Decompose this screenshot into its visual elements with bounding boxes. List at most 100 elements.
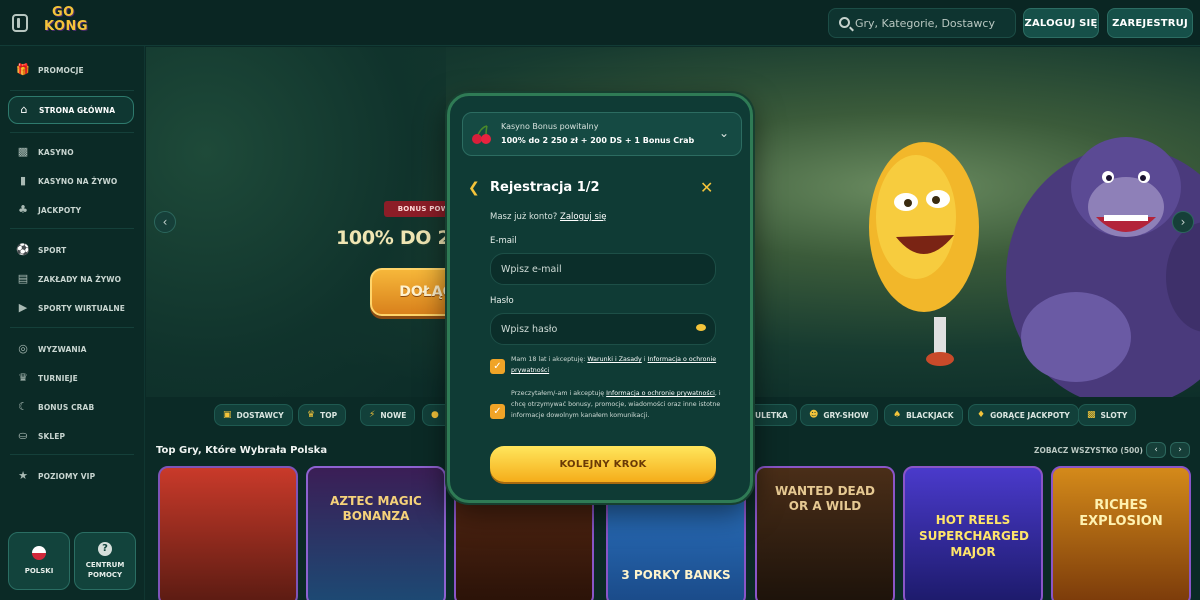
game-title: WANTED DEAD OR A WILD xyxy=(775,484,875,513)
sidebar-item-sklep[interactable]: ⛀ SKLEP xyxy=(8,424,134,448)
lightning-icon: ⚡ xyxy=(369,410,376,420)
chip-top[interactable]: ♛ TOP xyxy=(298,404,347,426)
logo-line-1: GO xyxy=(52,5,75,20)
have-account-label: Masz już konto? xyxy=(490,212,558,222)
see-all-link[interactable]: ZOBACZ WSZYSTKO (500) xyxy=(1034,446,1143,455)
search-box[interactable] xyxy=(828,8,1016,38)
chip-dostawcy[interactable]: ▣ DOSTAWCY xyxy=(214,404,293,426)
chip-gry-show[interactable]: ☻ GRY-SHOW xyxy=(800,404,878,426)
register-button[interactable]: ZAREJESTRUJ xyxy=(1107,8,1193,38)
sidebar-item-jackpoty[interactable]: ♣ JACKPOTY xyxy=(8,198,134,222)
sidebar-item-label: ZAKŁADY NA ŻYWO xyxy=(38,274,122,284)
chip-nowe[interactable]: ⚡ NOWE xyxy=(360,404,416,426)
sidebar-item-label: KASYNO NA ŻYWO xyxy=(38,176,118,186)
sidebar-item-label: TURNIEJE xyxy=(38,373,78,383)
chip-label: SLOTY xyxy=(1100,410,1128,420)
chip-label: NOWE xyxy=(380,410,407,420)
marketing-consent-text: Przeczytałem/-am i akceptuję Informacja … xyxy=(511,388,723,421)
divider xyxy=(10,90,134,91)
language-label: POLSKI xyxy=(24,567,54,575)
chevron-left-icon[interactable]: ‹ xyxy=(1146,442,1166,458)
crab-icon: ☾ xyxy=(18,400,28,413)
sidebar-item-wyzwania[interactable]: ◎ WYZWANIA xyxy=(8,337,134,361)
password-field[interactable] xyxy=(490,313,716,345)
chevron-left-icon[interactable]: ‹ xyxy=(154,211,176,233)
poland-flag-icon xyxy=(32,546,46,560)
bonus-title: Kasyno Bonus powitalny xyxy=(501,122,599,131)
slot-icon: ▩ xyxy=(17,145,29,158)
show-icon: ☻ xyxy=(809,410,819,420)
game-card[interactable]: RICHES EXPLOSION xyxy=(1051,466,1191,600)
cards-icon: ♠ xyxy=(893,410,902,420)
terms-link[interactable]: Warunki i Zasady xyxy=(587,356,641,363)
login-link[interactable]: Zaloguj się xyxy=(560,212,606,222)
chip-gorace-jackpoty[interactable]: ♦ GORĄCE JACKPOTY xyxy=(968,404,1079,426)
sidebar-item-zaklady-na-zywo[interactable]: ▤ ZAKŁADY NA ŻYWO xyxy=(8,267,134,291)
game-title: HOT REELS SUPERCHARGED MAJOR xyxy=(919,513,1030,559)
sidebar-toggle-icon[interactable] xyxy=(12,14,28,32)
sidebar-item-strona-glowna[interactable]: ⌂ STRONA GŁÓWNA xyxy=(8,96,134,124)
age-terms-checkbox[interactable]: ✓ xyxy=(490,359,505,374)
terms1-prefix: Mam 18 lat i akceptuję: xyxy=(511,356,586,363)
game-title: RICHES EXPLOSION xyxy=(1079,498,1163,529)
welcome-bonus-selector[interactable]: Kasyno Bonus powitalny 100% do 2 250 zł … xyxy=(462,112,742,156)
sidebar-item-sporty-wirtualne[interactable]: ▶ SPORTY WIRTUALNE xyxy=(8,296,134,320)
chevron-right-icon[interactable]: › xyxy=(1172,211,1194,233)
search-input[interactable] xyxy=(855,9,1013,37)
game-title: 3 PORKY BANKS xyxy=(621,568,731,582)
chip-label: GORĄCE JACKPOTY xyxy=(990,410,1070,420)
virtual-icon: ▶ xyxy=(18,301,28,314)
next-step-button[interactable]: KOLEJNY KROK xyxy=(490,446,716,482)
sidebar-item-poziomy-vip[interactable]: ★ POZIOMY VIP xyxy=(8,464,134,488)
chip-ruletka[interactable]: ULETKA xyxy=(746,404,797,426)
sidebar-item-label: KASYNO xyxy=(38,147,74,157)
chip-blackjack[interactable]: ♠ BLACKJACK xyxy=(884,404,963,426)
sidebar-item-kasyno[interactable]: ▩ KASYNO xyxy=(8,140,134,164)
language-button[interactable]: POLSKI xyxy=(8,532,70,590)
chip-label: ULETKA xyxy=(755,410,788,420)
jackpot-icon: ♦ xyxy=(977,410,986,420)
chip-label: DOSTAWCY xyxy=(236,410,284,420)
email-field[interactable] xyxy=(490,253,716,285)
sidebar-item-promocje[interactable]: 🎁 PROMOCJE xyxy=(8,58,134,82)
sidebar-item-label: STRONA GŁÓWNA xyxy=(39,105,116,115)
crown-icon: ♛ xyxy=(307,410,316,420)
game-card[interactable] xyxy=(158,466,298,600)
slot-icon: ▩ xyxy=(1087,410,1096,420)
close-icon[interactable]: ✕ xyxy=(700,178,713,197)
chevron-right-icon[interactable]: › xyxy=(1170,442,1190,458)
game-card[interactable]: WANTED DEAD OR A WILD xyxy=(755,466,895,600)
chevron-down-icon[interactable]: ⌄ xyxy=(719,126,729,140)
live-icon: ▮ xyxy=(19,174,27,187)
game-card[interactable]: AZTEC MAGIC BONANZA xyxy=(306,466,446,600)
divider xyxy=(10,228,134,229)
sidebar-item-bonus-crab[interactable]: ☾ BONUS CRAB xyxy=(8,395,134,419)
privacy-link[interactable]: Informacja o ochronie prywatności xyxy=(606,390,715,397)
gift-icon: 🎁 xyxy=(16,63,30,76)
clover-icon: ♣ xyxy=(18,203,28,216)
ball-icon: ⚽ xyxy=(16,243,30,256)
show-password-eye-icon[interactable] xyxy=(696,324,706,331)
sidebar-item-label: WYZWANIA xyxy=(38,344,87,354)
home-icon: ⌂ xyxy=(20,103,28,116)
password-label: Hasło xyxy=(490,296,514,306)
logo[interactable]: GO KONG xyxy=(40,6,88,42)
email-label: E-mail xyxy=(490,236,517,246)
sidebar-item-sport[interactable]: ⚽ SPORT xyxy=(8,238,134,262)
login-button[interactable]: ZALOGUJ SIĘ xyxy=(1023,8,1099,38)
providers-icon: ▣ xyxy=(223,410,232,420)
sidebar-item-turnieje[interactable]: ♛ TURNIEJE xyxy=(8,366,134,390)
help-icon: ? xyxy=(98,542,112,556)
sidebar-item-kasyno-na-zywo[interactable]: ▮ KASYNO NA ŻYWO xyxy=(8,169,134,193)
help-center-button[interactable]: ? CENTRUM POMOCY xyxy=(74,532,136,590)
sidebar-item-label: SPORT xyxy=(38,245,67,255)
challenge-icon: ◎ xyxy=(18,342,28,355)
chip-label: GRY-SHOW xyxy=(823,410,869,420)
back-arrow-icon[interactable]: ❮ xyxy=(468,180,480,196)
game-card[interactable]: HOT REELS SUPERCHARGED MAJOR xyxy=(903,466,1043,600)
help-label-1: CENTRUM xyxy=(85,561,125,569)
cherry-icon xyxy=(472,125,491,144)
sidebar-item-label: JACKPOTY xyxy=(38,205,82,215)
marketing-consent-checkbox[interactable]: ✓ xyxy=(490,404,505,419)
chip-sloty[interactable]: ▩ SLOTY xyxy=(1078,404,1137,426)
